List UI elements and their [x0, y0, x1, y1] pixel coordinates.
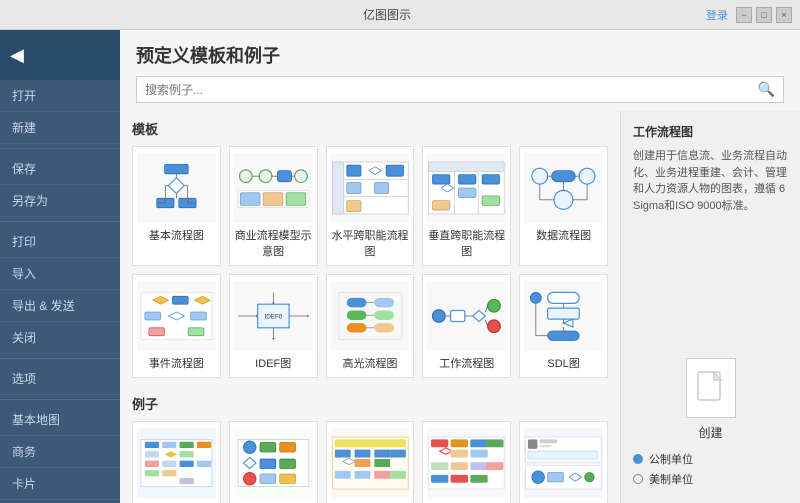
minimize-button[interactable]: −	[736, 7, 752, 23]
sidebar-item-new[interactable]: 新建	[0, 112, 120, 144]
template-sdl-label: SDL图	[547, 355, 579, 371]
template-swimlane-v[interactable]: 垂直跨职能流程图	[422, 146, 511, 266]
back-button[interactable]: ◀	[10, 45, 24, 66]
metric-radio[interactable]	[633, 454, 643, 464]
search-bar: 🔍	[136, 76, 784, 103]
sidebar-item-export[interactable]: 导出 & 发送	[0, 290, 120, 322]
template-swimlane-h[interactable]: 水平跨职能流程图	[326, 146, 415, 266]
example-item-2[interactable]	[229, 421, 318, 503]
create-button[interactable]: 创建	[698, 424, 722, 441]
template-business-flow[interactable]: 商业流程模型示意图	[229, 146, 318, 266]
template-sdl[interactable]: SDL图	[519, 274, 608, 378]
example-item-1[interactable]	[132, 421, 221, 503]
template-swimlane-v-label: 垂直跨职能流程图	[427, 227, 506, 259]
templates-section-title: 模板	[132, 119, 608, 138]
example-item-4[interactable]	[422, 421, 511, 503]
template-business-flow-label: 商业流程模型示意图	[234, 227, 313, 259]
example-item-5[interactable]	[519, 421, 608, 503]
template-idef[interactable]: IDEF0 IDEF图	[229, 274, 318, 378]
sidebar-item-saveas[interactable]: 另存为	[0, 185, 120, 217]
left-sidebar: ◀ 打开 新建 保存 另存为 打印 导入 导出 & 发送 关闭 选项 基本地图 …	[0, 30, 120, 503]
sidebar-item-basic-map[interactable]: 基本地图	[0, 404, 120, 436]
sidebar-item-open[interactable]: 打开	[0, 80, 120, 112]
create-area: 创建	[633, 358, 788, 441]
search-icon: 🔍	[758, 81, 775, 98]
sidebar-item-save[interactable]: 保存	[0, 153, 120, 185]
template-area: 模板	[120, 111, 620, 503]
template-highlight-flow[interactable]: 高光流程图	[326, 274, 415, 378]
imperial-unit-option[interactable]: 美制单位	[633, 471, 788, 487]
sidebar-item-card[interactable]: 卡片	[0, 468, 120, 500]
sidebar-item-print[interactable]: 打印	[0, 226, 120, 258]
template-work-flow[interactable]: 工作流程图	[422, 274, 511, 378]
app-title: 亿图图示	[68, 6, 706, 23]
panel-title: 工作流程图	[633, 123, 788, 140]
example-item-3[interactable]	[326, 421, 415, 503]
sidebar-menu: 打开 新建 保存 另存为 打印 导入 导出 & 发送 关闭 选项 基本地图 商务…	[0, 80, 120, 503]
examples-grid	[132, 421, 608, 503]
imperial-label: 美制单位	[649, 471, 693, 487]
template-data-flow[interactable]: 数据流程图	[519, 146, 608, 266]
title-bar: 亿图图示 登录 − □ ×	[0, 0, 800, 30]
template-event-flow[interactable]: 事件流程图	[132, 274, 221, 378]
templates-grid: 基本流程图	[132, 146, 608, 378]
close-window-button[interactable]: ×	[776, 7, 792, 23]
template-data-flow-label: 数据流程图	[536, 227, 591, 243]
login-button[interactable]: 登录	[706, 7, 728, 23]
metric-label: 公制单位	[649, 451, 693, 467]
right-panel: 工作流程图 创建用于信息流、业务流程自动化、业务进程重建、会计、管理和人力资源人…	[620, 111, 800, 503]
template-swimlane-h-label: 水平跨职能流程图	[331, 227, 410, 259]
template-idef-label: IDEF图	[255, 355, 291, 371]
search-input[interactable]	[145, 83, 758, 97]
create-file-icon	[686, 358, 736, 418]
page-title: 预定义模板和例子	[136, 42, 784, 68]
maximize-button[interactable]: □	[756, 7, 772, 23]
metric-unit-option[interactable]: 公制单位	[633, 451, 788, 467]
sidebar-item-import[interactable]: 导入	[0, 258, 120, 290]
template-event-flow-label: 事件流程图	[149, 355, 204, 371]
sidebar-item-close[interactable]: 关闭	[0, 322, 120, 354]
template-basic-flow-label: 基本流程图	[149, 227, 204, 243]
template-work-flow-label: 工作流程图	[439, 355, 494, 371]
sidebar-item-business[interactable]: 商务	[0, 436, 120, 468]
template-highlight-flow-label: 高光流程图	[342, 355, 397, 371]
panel-description: 创建用于信息流、业务流程自动化、业务进程重建、会计、管理和人力资源人物的图表，遵…	[633, 148, 788, 214]
examples-section-title: 例子	[132, 394, 608, 413]
sidebar-item-options[interactable]: 选项	[0, 363, 120, 395]
unit-options: 公制单位 美制单位	[633, 451, 788, 491]
template-basic-flow[interactable]: 基本流程图	[132, 146, 221, 266]
imperial-radio[interactable]	[633, 474, 643, 484]
svg-text:IDEF0: IDEF0	[264, 313, 282, 320]
content-header: 预定义模板和例子 🔍	[120, 30, 800, 111]
